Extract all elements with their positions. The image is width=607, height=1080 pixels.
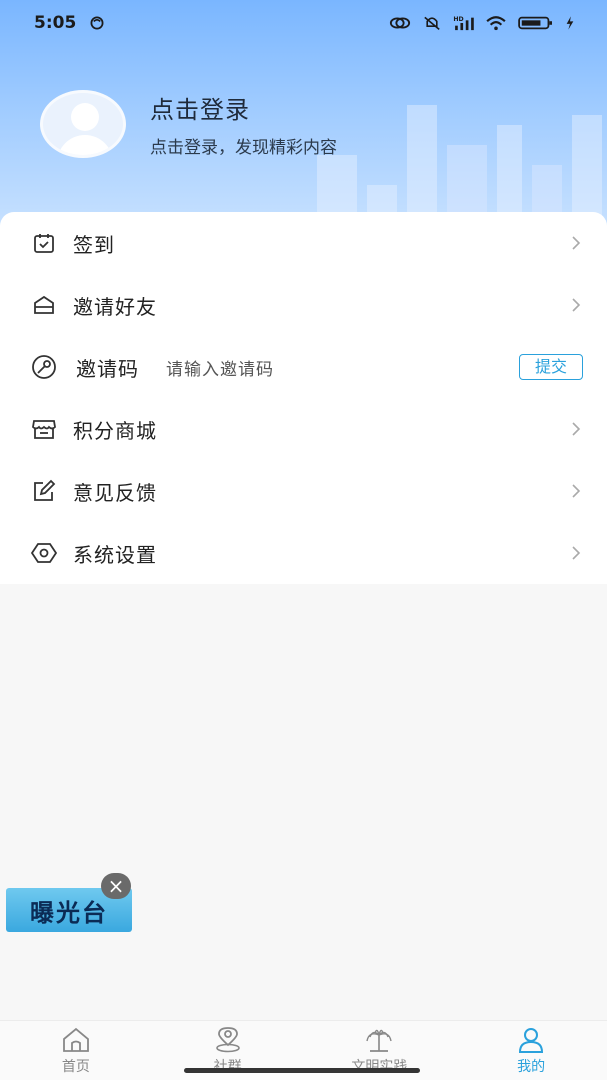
login-title[interactable]: 点击登录 [150, 90, 337, 125]
menu-item-label: 邀请码 [76, 356, 139, 381]
edit-icon [31, 478, 57, 504]
checkin-icon [31, 230, 57, 256]
chevron-right-icon [572, 484, 581, 498]
tab-label: 文明实践 [351, 1059, 408, 1075]
store-icon [31, 416, 57, 442]
home-indicator[interactable] [184, 1068, 420, 1073]
menu-item-label: 签到 [73, 232, 115, 257]
menu-item-feedback[interactable]: 意见反馈 [0, 460, 607, 522]
menu-item-label: 系统设置 [73, 542, 157, 567]
chevron-right-icon [572, 546, 581, 560]
login-subtitle: 点击登录，发现精彩内容 [150, 138, 337, 158]
login-profile[interactable]: 点击登录 点击登录，发现精彩内容 [40, 90, 337, 158]
menu-item-label: 邀请好友 [73, 294, 157, 319]
invite-code-input[interactable]: 请输入邀请码 [166, 355, 274, 380]
menu-item-settings[interactable]: 系统设置 [0, 522, 607, 584]
menu-item-label: 意见反馈 [73, 480, 157, 505]
battery-icon [518, 16, 552, 30]
menu-item-label: 积分商城 [73, 418, 157, 443]
profile-header: 5:05 HD 点击登录 点击登录，发现精彩内容 [0, 0, 607, 235]
chevron-right-icon [572, 298, 581, 312]
tab-mine[interactable]: 我的 [455, 1021, 607, 1080]
menu-item-points-mall[interactable]: 积分商城 [0, 398, 607, 460]
home-icon [62, 1027, 89, 1052]
charging-icon [566, 16, 574, 30]
submit-button[interactable]: 提交 [519, 354, 583, 380]
signal-icon: HD [453, 16, 474, 31]
tab-label: 首页 [61, 1059, 90, 1075]
mail-icon [31, 292, 57, 318]
svg-text:HD: HD [453, 16, 463, 23]
menu-item-invite-code: 邀请码 请输入邀请码 提交 [0, 336, 607, 398]
tab-label: 我的 [517, 1059, 546, 1075]
avatar[interactable] [40, 90, 126, 158]
mute-bell-icon [424, 16, 440, 31]
menu-item-checkin[interactable]: 签到 [0, 212, 607, 274]
fountain-icon [366, 1029, 393, 1052]
chevron-right-icon [572, 422, 581, 436]
status-time: 5:05 [34, 13, 77, 33]
tab-home[interactable]: 首页 [0, 1021, 152, 1080]
settings-icon [31, 540, 57, 566]
menu-item-invite-friends[interactable]: 邀请好友 [0, 274, 607, 336]
status-bar: 5:05 HD [0, 0, 607, 46]
menu-card: 签到 邀请好友 邀请码 请输入邀请码 提交 积分商城 意见反馈 系统设置 [0, 212, 607, 584]
user-icon [519, 1028, 544, 1053]
location-icon [215, 1027, 240, 1053]
smiley-notification-icon [90, 16, 104, 30]
tab-label: 社群 [213, 1059, 242, 1075]
link-icon [389, 17, 411, 29]
wifi-icon [486, 16, 506, 31]
key-icon [31, 354, 57, 380]
close-icon[interactable]: × [101, 873, 131, 899]
chevron-right-icon [572, 236, 581, 250]
